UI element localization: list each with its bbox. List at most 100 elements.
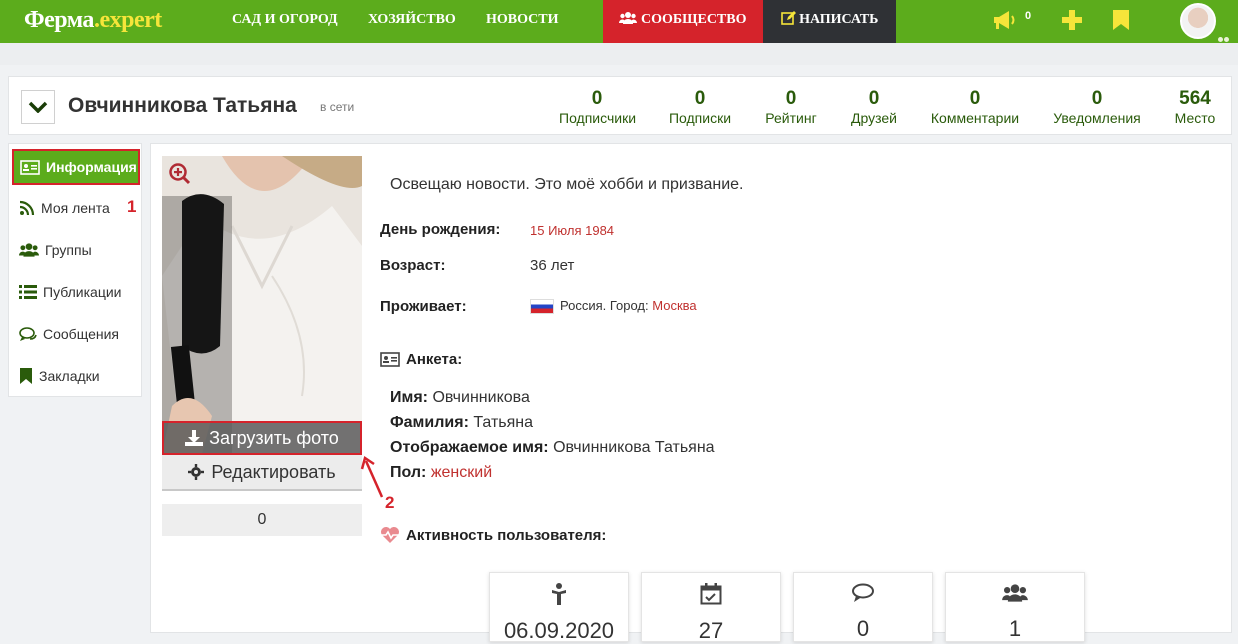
stat-label: Подписчики	[559, 110, 637, 126]
logo-text-sub: expert	[99, 7, 162, 33]
nav-household[interactable]: ХОЗЯЙСТВО	[368, 0, 456, 43]
stat-value: 0	[1091, 88, 1103, 109]
upload-photo-button[interactable]: Загрузить фото	[162, 421, 362, 455]
sidebar-item-label: Моя лента	[41, 200, 110, 216]
activity-card-registered: 06.09.2020	[489, 572, 629, 643]
russia-flag-icon	[530, 299, 554, 315]
sidebar-item-bookmarks[interactable]: Закладки	[19, 361, 100, 391]
profile-photo-image	[162, 156, 362, 454]
users-icon	[1002, 584, 1028, 602]
gender-label: Пол:	[390, 464, 427, 481]
stat-value: 0	[785, 88, 797, 109]
activity-title: Активность пользователя:	[406, 526, 607, 544]
sidebar-item-groups[interactable]: Группы	[19, 235, 92, 265]
activity-value: 1	[1008, 616, 1022, 641]
birthday-value[interactable]: 15 Июля 1984	[530, 223, 614, 238]
stat-value: 0	[694, 88, 706, 109]
person-icon	[552, 583, 566, 605]
activity-card-days: 27	[641, 572, 781, 643]
stat-label: Место	[1174, 110, 1216, 126]
sidebar-item-feed[interactable]: Моя лента	[19, 193, 110, 223]
edit-icon	[780, 11, 796, 25]
stat-label: Уведомления	[1053, 110, 1141, 126]
sidebar-item-info[interactable]: Информация	[12, 149, 140, 185]
age-label: Возраст:	[380, 257, 446, 274]
anketa-gender: Пол: женский	[390, 464, 492, 482]
stat-followers[interactable]: 0 Подписчики	[559, 88, 637, 127]
sidebar-item-label: Информация	[46, 159, 137, 175]
display-name-value: Овчинникова Татьяна	[553, 439, 715, 456]
sidebar-item-label: Сообщения	[43, 326, 119, 342]
stat-notifications[interactable]: 0 Уведомления	[1051, 88, 1143, 127]
write-label: НАПИСАТЬ	[799, 12, 879, 27]
site-logo[interactable]: Ферма.expert	[24, 7, 162, 34]
profile-user-name: Овчинникова Татьяна	[68, 94, 297, 117]
sidebar-item-messages[interactable]: Сообщения	[19, 319, 119, 349]
anketa-title: Анкета:	[406, 351, 463, 368]
lives-label: Проживает:	[380, 298, 467, 315]
stat-value: 0	[969, 88, 981, 109]
profile-about: Освещаю новости. Это моё хобби и призван…	[390, 176, 744, 193]
stat-place[interactable]: 564 Место	[1169, 88, 1221, 127]
stat-label: Комментарии	[930, 110, 1020, 126]
activity-card-friends: 1	[945, 572, 1085, 642]
annotation-number-2: 2	[385, 493, 395, 512]
last-name-value: Татьяна	[473, 414, 534, 431]
anketa-last-name: Фамилия: Татьяна	[390, 414, 533, 432]
profile-header: Овчинникова Татьяна в сети 0 Подписчики 0…	[8, 76, 1232, 135]
profile-photo[interactable]	[162, 156, 362, 454]
stat-label: Друзей	[851, 110, 897, 126]
id-card-icon	[380, 352, 400, 367]
community-button[interactable]: СООБЩЕСТВО	[603, 0, 763, 43]
stat-following[interactable]: 0 Подписки	[664, 88, 736, 127]
download-icon	[185, 430, 204, 446]
zoom-in-icon[interactable]	[168, 162, 192, 191]
gear-icon	[188, 464, 205, 480]
bookmark-icon[interactable]	[1112, 9, 1130, 36]
write-button[interactable]: НАПИСАТЬ	[763, 0, 896, 43]
sidebar-item-label: Закладки	[39, 368, 100, 384]
edit-profile-button[interactable]: Редактировать	[162, 455, 362, 491]
users-icon	[619, 12, 638, 24]
stat-value: 564	[1179, 88, 1211, 109]
profile-sidebar: Информация Моя лента Группы Публикации С…	[8, 143, 142, 397]
lives-value: Россия. Город: Москва	[530, 298, 697, 315]
stat-rating[interactable]: 0 Рейтинг	[759, 88, 823, 127]
edit-profile-label: Редактировать	[211, 461, 336, 482]
first-name-label: Имя:	[390, 389, 428, 406]
anketa-heading: Анкета:	[380, 351, 462, 368]
top-strip	[0, 43, 1238, 65]
notifications-count: 0	[1025, 10, 1032, 22]
online-status: в сети	[320, 100, 355, 114]
plus-icon[interactable]	[1061, 9, 1083, 36]
sidebar-item-label: Публикации	[43, 284, 122, 300]
rss-icon	[19, 200, 35, 216]
birthday-label: День рождения:	[380, 221, 501, 238]
sidebar-item-publications[interactable]: Публикации	[19, 277, 121, 307]
top-navigation-bar: Ферма.expert САД И ОГОРОД ХОЗЯЙСТВО НОВО…	[0, 0, 1238, 43]
sidebar-item-label: Группы	[45, 242, 92, 258]
user-avatar[interactable]	[1180, 3, 1216, 39]
stat-label: Подписки	[668, 110, 732, 126]
upload-photo-label: Загрузить фото	[209, 427, 339, 448]
lives-city-link[interactable]: Москва	[652, 298, 696, 313]
avatar-menu-dots[interactable]	[1218, 29, 1236, 42]
annotation-number-1: 1	[127, 197, 137, 216]
calendar-check-icon	[700, 583, 722, 605]
megaphone-icon[interactable]	[992, 10, 1018, 35]
last-name-label: Фамилия:	[390, 414, 469, 431]
age-value: 36 лет	[530, 257, 575, 274]
community-label: СООБЩЕСТВО	[640, 12, 747, 27]
stat-comments[interactable]: 0 Комментарии	[927, 88, 1023, 127]
heartbeat-icon	[381, 527, 399, 543]
nav-garden[interactable]: САД И ОГОРОД	[232, 0, 338, 43]
activity-value: 06.09.2020	[503, 618, 615, 643]
stat-friends[interactable]: 0 Друзей	[844, 88, 904, 127]
id-card-icon	[20, 159, 40, 175]
anketa-first-name: Имя: Овчинникова	[390, 389, 530, 407]
gender-value[interactable]: женский	[431, 464, 492, 481]
nav-news[interactable]: НОВОСТИ	[486, 0, 559, 43]
first-name-value: Овчинникова	[432, 389, 530, 406]
collapse-button[interactable]	[21, 90, 55, 124]
list-icon	[19, 285, 37, 299]
